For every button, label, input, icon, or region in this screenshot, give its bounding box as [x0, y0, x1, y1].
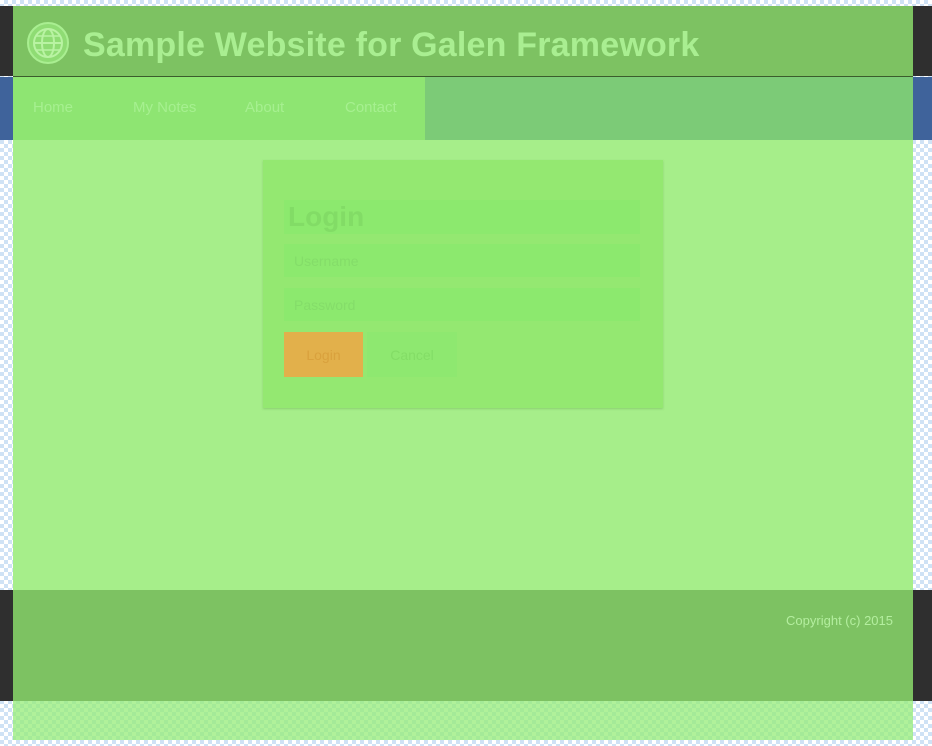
left-edge-nav — [0, 77, 13, 140]
password-field[interactable] — [284, 288, 640, 321]
nav-item-about[interactable]: About — [245, 99, 284, 116]
site-header: Sample Website for Galen Framework — [13, 6, 913, 77]
nav-item-my-notes[interactable]: My Notes — [133, 99, 196, 116]
bottom-overlay-strip — [13, 701, 913, 740]
right-edge-nav — [913, 77, 932, 140]
left-edge-header — [0, 6, 13, 76]
cancel-button[interactable]: Cancel — [367, 332, 457, 377]
nav-menu: Home My Notes About Contact — [13, 77, 425, 140]
right-edge-header — [913, 6, 932, 76]
username-field[interactable] — [284, 244, 640, 277]
site-title[interactable]: Sample Website for Galen Framework — [83, 26, 699, 65]
login-title: Login — [284, 200, 640, 234]
site-footer: Copyright (c) 2015 — [13, 590, 913, 701]
login-panel: Login Login Cancel — [263, 160, 663, 408]
copyright-text: Copyright (c) 2015 — [786, 613, 893, 628]
login-button[interactable]: Login — [284, 332, 363, 377]
main-content: Login Login Cancel — [13, 140, 913, 590]
globe-icon[interactable] — [27, 22, 69, 64]
nav-item-home[interactable]: Home — [33, 99, 73, 116]
left-edge-footer — [0, 590, 13, 701]
main-nav: Home My Notes About Contact — [13, 77, 913, 140]
nav-item-contact[interactable]: Contact — [345, 99, 397, 116]
right-edge-footer — [913, 590, 932, 701]
